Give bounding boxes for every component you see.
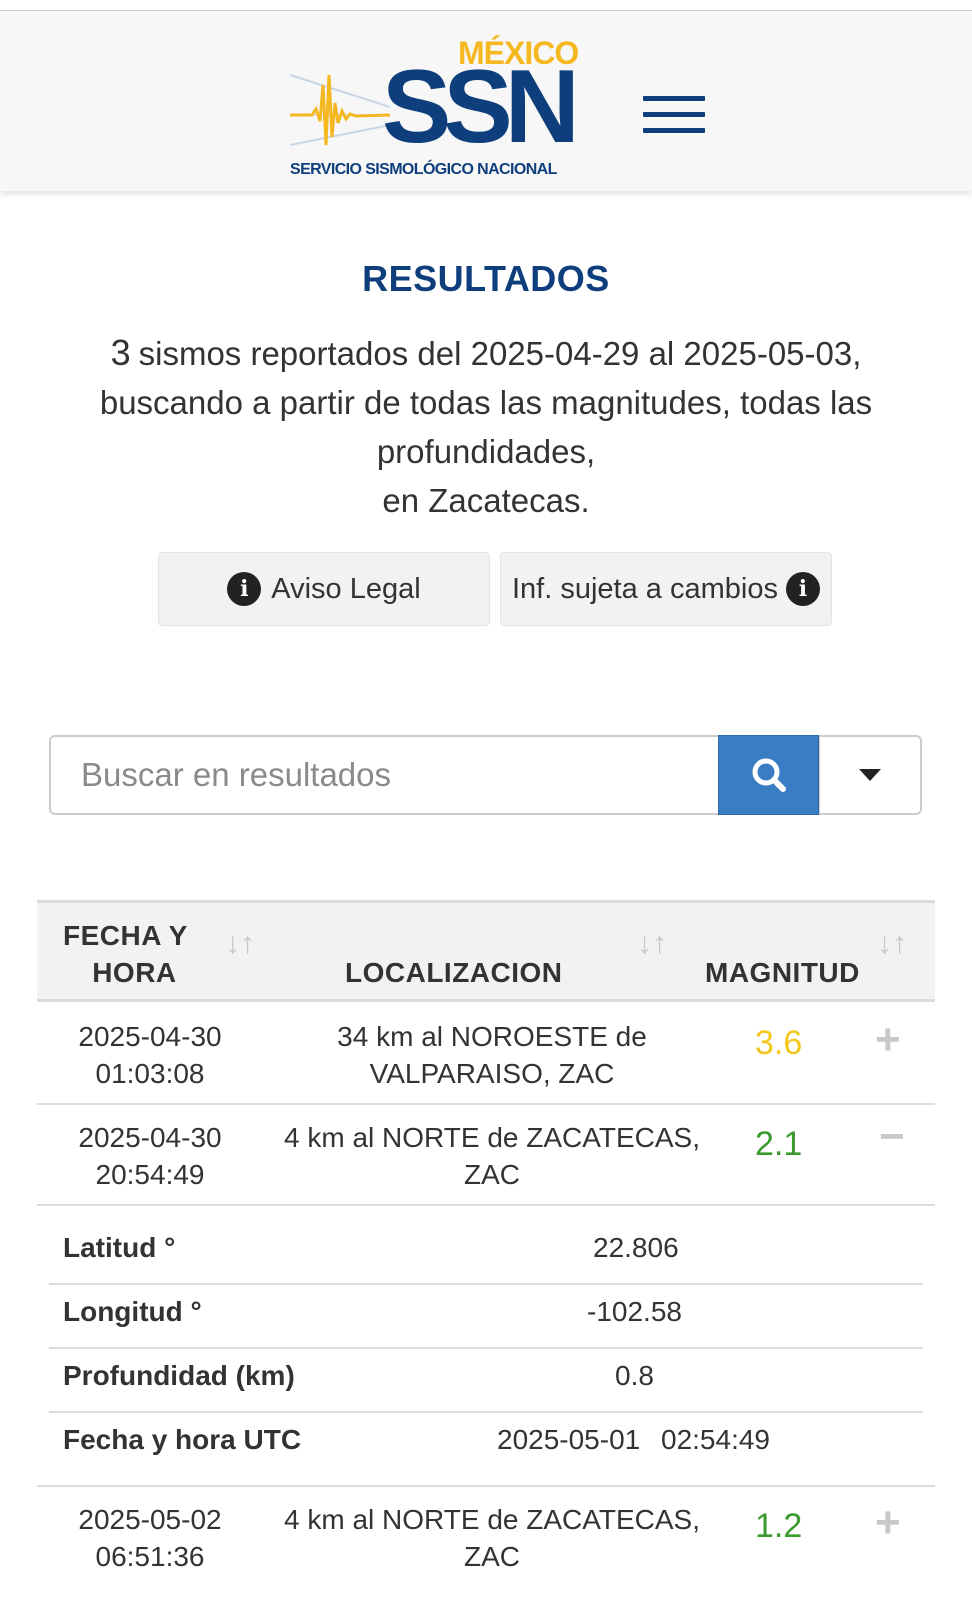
summary-line-2: buscando a partir de todas las magnitude…: [99, 384, 873, 470]
results-summary: 3 sismos reportados del 2025-04-29 al 202…: [70, 328, 902, 525]
utc-time: 02:54:49: [661, 1424, 770, 1455]
depth-label: Profundidad (km): [63, 1360, 295, 1391]
search-button[interactable]: [718, 735, 819, 815]
table-row[interactable]: 2025-05-02 06:51:36 4 km al NORTE de ZAC…: [37, 1487, 935, 1588]
longitude-label: Longitud °: [63, 1296, 202, 1327]
collapse-icon[interactable]: −: [879, 1115, 905, 1159]
utc-date: 2025-05-01: [497, 1424, 641, 1455]
legal-notice-button[interactable]: i Aviso Legal: [158, 552, 490, 626]
expand-icon[interactable]: +: [875, 1501, 901, 1545]
sort-location-icon[interactable]: ↓↑: [637, 927, 667, 961]
row-location: 34 km al NOROESTE de VALPARAISO, ZAC: [337, 1021, 647, 1089]
row-datetime: 2025-04-30 01:03:08: [78, 1021, 222, 1089]
row-location: 4 km al NORTE de ZACATECAS, ZAC: [284, 1122, 700, 1190]
detail-latitude: Latitud ° 22.806: [49, 1220, 923, 1285]
sort-magnitude-icon[interactable]: ↓↑: [877, 927, 907, 961]
detail-depth: Profundidad (km) 0.8: [49, 1348, 923, 1413]
summary-line-1: sismos reportados del 2025-04-29 al 2025…: [138, 335, 862, 372]
sort-date-icon[interactable]: ↓↑: [225, 927, 255, 961]
subject-to-change-label: Inf. sujeta a cambios: [512, 572, 778, 605]
summary-line-3: en Zacatecas.: [382, 482, 590, 519]
info-icon: i: [227, 572, 262, 606]
table-header: FECHA Y HORA ↓↑ LOCALIZACION ↓↑ MAGNITUD…: [37, 900, 935, 1002]
subject-to-change-button[interactable]: Inf. sujeta a cambios i: [500, 552, 832, 626]
row-location: 4 km al NORTE de ZACATECAS, ZAC: [284, 1504, 700, 1572]
row-magnitude: 3.6: [755, 1024, 803, 1062]
logo-acronym: SSN: [382, 49, 580, 165]
search-input[interactable]: [49, 735, 719, 815]
legal-notice-label: Aviso Legal: [271, 572, 421, 605]
row-magnitude: 1.2: [755, 1507, 803, 1545]
table-row[interactable]: 2025-04-30 01:03:08 34 km al NOROESTE de…: [37, 1002, 935, 1105]
search-icon: [752, 758, 786, 792]
search-options-dropdown[interactable]: [819, 735, 922, 815]
hamburger-menu-icon[interactable]: [643, 96, 705, 136]
latitude-value: 22.806: [593, 1232, 679, 1263]
header-magnitude[interactable]: MAGNITUD: [705, 954, 860, 991]
header-date[interactable]: FECHA Y HORA: [63, 917, 188, 991]
detail-longitude: Longitud ° -102.58: [49, 1284, 923, 1349]
depth-value: 0.8: [615, 1360, 654, 1391]
table-row[interactable]: 2025-04-30 20:54:49 4 km al NORTE de ZAC…: [37, 1103, 935, 1206]
row-datetime: 2025-05-02 06:51:36: [78, 1504, 222, 1572]
results-count: 3: [110, 332, 131, 373]
detail-utc: Fecha y hora UTC 2025-05-01 02:54:49: [49, 1412, 923, 1485]
latitude-label: Latitud °: [63, 1232, 176, 1263]
row-datetime: 2025-04-30 20:54:49: [78, 1122, 222, 1190]
row-magnitude: 2.1: [755, 1125, 803, 1163]
ssn-logo[interactable]: MÉXICO SSN SERVICIO SISMOLÓGICO NACIONAL: [290, 25, 590, 185]
logo-subtitle: SERVICIO SISMOLÓGICO NACIONAL: [290, 161, 557, 178]
utc-label: Fecha y hora UTC: [63, 1424, 302, 1455]
seismograph-icon: [290, 74, 390, 146]
expand-icon[interactable]: +: [875, 1018, 901, 1062]
site-header: MÉXICO SSN SERVICIO SISMOLÓGICO NACIONAL: [0, 11, 972, 191]
page-title: RESULTADOS: [362, 258, 610, 299]
longitude-value: -102.58: [587, 1296, 682, 1327]
info-icon: i: [785, 572, 820, 606]
header-location[interactable]: LOCALIZACION: [345, 954, 563, 991]
caret-down-icon: [859, 769, 881, 781]
